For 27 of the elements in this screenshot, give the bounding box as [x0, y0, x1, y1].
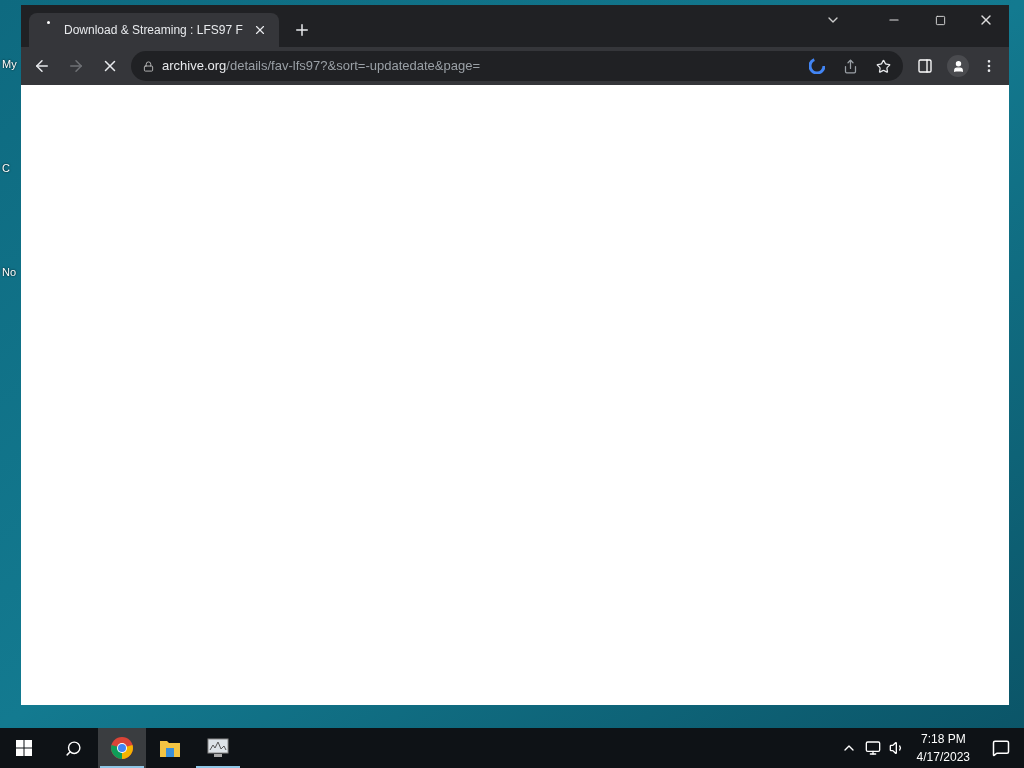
- back-icon[interactable]: [33, 57, 51, 75]
- folder-icon: [159, 738, 181, 758]
- desktop-icon-label[interactable]: My: [0, 58, 17, 70]
- windows-logo-icon: [16, 740, 32, 756]
- share-icon[interactable]: [843, 58, 858, 74]
- url-path: /details/fav-lfs97?&sort=-updatedate&page=: [226, 58, 480, 74]
- desktop-icon-label[interactable]: C: [0, 162, 10, 174]
- address-bar[interactable]: archive.org/details/fav-lfs97?&sort=-updatedate&page=: [131, 51, 903, 81]
- profile-avatar-icon[interactable]: [947, 55, 969, 77]
- close-tab-icon[interactable]: [253, 23, 267, 37]
- new-tab-icon[interactable]: [293, 21, 311, 39]
- side-panel-icon[interactable]: [917, 58, 933, 74]
- url-host: archive.org: [162, 58, 227, 74]
- monitor-icon: [206, 737, 230, 759]
- chrome-icon: [110, 736, 134, 760]
- tab-title: Download & Streaming : LFS97 F: [64, 22, 244, 39]
- notifications-icon[interactable]: [992, 739, 1010, 757]
- maximize-icon: [934, 14, 946, 26]
- taskbar-app[interactable]: [98, 728, 146, 768]
- desktop-icon-label[interactable]: No: [0, 266, 17, 278]
- lock-icon: [143, 60, 154, 72]
- clock-date[interactable]: 4/17/2023: [916, 748, 970, 766]
- search-icon: [64, 739, 82, 757]
- browser-tab[interactable]: Download & Streaming : LFS97 F: [29, 13, 279, 47]
- star-icon[interactable]: [876, 58, 891, 74]
- network-icon[interactable]: [864, 740, 881, 756]
- clock-time[interactable]: 7:18 PM: [920, 730, 966, 748]
